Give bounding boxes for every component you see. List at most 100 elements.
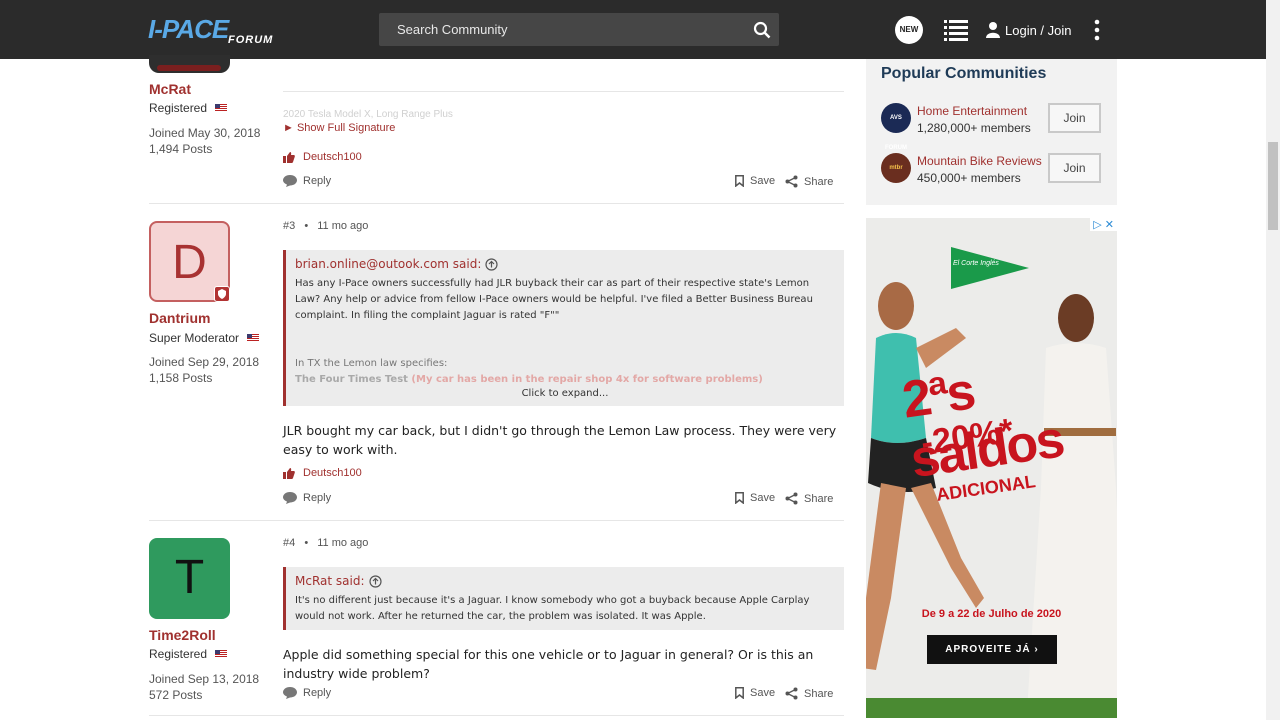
arrow-up-circle-icon[interactable] [485, 257, 499, 271]
share-button[interactable]: Share [785, 687, 833, 700]
login-join-link[interactable]: Login / Join [986, 20, 1072, 40]
logo-main-text: I-PACE [148, 14, 229, 44]
us-flag-icon [215, 104, 228, 112]
post-body: JLR bought my car back, but I didn't go … [283, 423, 837, 457]
username[interactable]: Dantrium [149, 310, 210, 326]
share-icon [785, 175, 798, 188]
show-signature-link[interactable]: ► Show Full Signature [283, 122, 395, 134]
save-button[interactable]: Save [735, 687, 775, 699]
community-avatar-icon: AVS FORUM [881, 103, 911, 151]
community-members: 450,000+ members [917, 171, 1021, 185]
click-to-expand-link[interactable]: Click to expand... [286, 388, 844, 399]
sidebar-title: Popular Communities [881, 65, 1047, 82]
user-meta: Joined Sep 13, 2018 572 Posts [149, 671, 259, 703]
post-time: 11 mo ago [317, 537, 369, 549]
share-button[interactable]: Share [785, 175, 833, 188]
reply-button[interactable]: Reply [283, 492, 331, 504]
joined-date: Joined Sep 29, 2018 [149, 355, 260, 369]
ad-cta-button[interactable]: APROVEITE JÁ › [927, 635, 1057, 664]
quote-author-label: brian.online@outook.com said: [295, 257, 482, 271]
post-count: 1,494 Posts [149, 142, 213, 156]
scrollbar-thumb[interactable] [1268, 142, 1278, 230]
community-item[interactable]: AVS FORUM Home Entertainment 1,280,000+ … [881, 103, 1031, 151]
reply-button[interactable]: Reply [283, 687, 331, 699]
signature: 2020 Tesla Model X, Long Range Plus [283, 109, 453, 120]
login-label: Login / Join [1005, 22, 1072, 38]
user-role: Registered [149, 101, 228, 115]
top-navbar: I-PACE FORUM NEW Login / Join [0, 0, 1266, 59]
logo-sub-text: FORUM [228, 34, 274, 46]
save-button[interactable]: Save [735, 175, 775, 187]
share-label: Share [804, 175, 834, 188]
bookmark-icon [735, 492, 744, 504]
community-name[interactable]: Mountain Bike Reviews [917, 153, 1042, 169]
user-meta: Joined May 30, 2018 1,494 Posts [149, 125, 260, 157]
reply-label: Reply [303, 175, 332, 187]
post-body: Apple did something special for this one… [283, 647, 814, 681]
role-label: Registered [149, 101, 208, 115]
page-scrollbar[interactable] [1266, 0, 1280, 720]
post-count: 1,158 Posts [149, 371, 213, 385]
us-flag-icon [247, 334, 260, 342]
search-icon[interactable] [753, 21, 771, 39]
reply-icon [283, 175, 297, 187]
post-number[interactable]: #3 [283, 220, 295, 232]
save-label: Save [750, 175, 776, 187]
user-role: Super Moderator [149, 331, 260, 345]
quote-text: It's no different just because it's a Ja… [295, 595, 810, 622]
quote-text-3: The Four Times Test (My car has been in … [295, 372, 836, 388]
avatar[interactable]: T [149, 538, 230, 619]
reply-icon [283, 492, 297, 504]
advertisement[interactable]: ▷ ✕ El Corte Inglés 2ªs saldos -20%* ADI… [866, 218, 1117, 718]
user-meta: Joined Sep 29, 2018 1,158 Posts [149, 354, 259, 386]
role-label: Super Moderator [149, 331, 240, 345]
search-input[interactable] [379, 13, 739, 46]
liker-name[interactable]: Deutsch100 [303, 467, 362, 479]
joined-date: Joined Sep 13, 2018 [149, 672, 260, 686]
more-menu-icon[interactable] [1093, 19, 1101, 41]
community-name[interactable]: Home Entertainment [917, 103, 1031, 119]
new-posts-icon[interactable]: NEW [895, 16, 923, 44]
thumbs-up-icon [283, 151, 295, 163]
post-count: 572 Posts [149, 688, 203, 702]
post-meta: #3 • 11 mo ago [283, 220, 369, 232]
community-members: 1,280,000+ members [917, 121, 1031, 135]
join-button[interactable]: Join [1048, 153, 1101, 183]
quote-text: Has any I-Pace owners successfully had J… [295, 278, 813, 321]
share-icon [785, 687, 798, 700]
save-button[interactable]: Save [735, 492, 775, 504]
arrow-up-circle-icon[interactable] [368, 574, 382, 588]
us-flag-icon [215, 650, 228, 658]
join-button[interactable]: Join [1048, 103, 1101, 133]
adchoices-icon[interactable]: ▷ ✕ [1090, 218, 1117, 231]
liker-name[interactable]: Deutsch100 [303, 151, 362, 163]
username[interactable]: McRat [149, 81, 191, 97]
post-meta: #4 • 11 mo ago [283, 537, 369, 549]
share-icon [785, 492, 798, 505]
quote-red-text: (My car has been in the repair shop 4x f… [411, 374, 763, 385]
reply-label: Reply [303, 687, 332, 699]
post-divider [149, 520, 844, 521]
save-label: Save [750, 687, 776, 699]
list-icon[interactable] [944, 19, 968, 41]
moderator-badge-icon [214, 286, 230, 302]
site-logo[interactable]: I-PACE FORUM [148, 14, 278, 46]
post-number[interactable]: #4 [283, 537, 295, 549]
quote-author[interactable]: McRat said: [295, 574, 382, 588]
avatar[interactable] [149, 55, 230, 73]
divider [283, 91, 844, 92]
post-time: 11 mo ago [317, 220, 369, 232]
user-icon [986, 22, 1000, 38]
username[interactable]: Time2Roll [149, 627, 216, 643]
user-role: Registered [149, 647, 228, 661]
community-item[interactable]: mtbr Mountain Bike Reviews 450,000+ memb… [881, 153, 1042, 187]
share-button[interactable]: Share [785, 492, 833, 505]
share-label: Share [804, 492, 834, 505]
quote-bold-text: The Four Times Test [295, 374, 408, 385]
bookmark-icon [735, 175, 744, 187]
search-bar [379, 13, 779, 46]
reply-button[interactable]: Reply [283, 175, 331, 187]
joined-date: Joined May 30, 2018 [149, 126, 261, 140]
quote-author[interactable]: brian.online@outook.com said: [295, 257, 499, 271]
quote-block: McRat said: It's no different just becau… [283, 567, 844, 630]
